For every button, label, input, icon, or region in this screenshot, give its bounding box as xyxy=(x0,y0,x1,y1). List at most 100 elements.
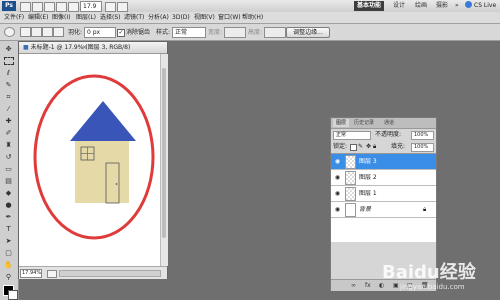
blend-mode-select[interactable]: 正常 xyxy=(333,131,371,140)
hand-tool-icon[interactable]: ✋ xyxy=(3,261,14,269)
background-color-swatch[interactable] xyxy=(8,290,18,300)
opacity-input[interactable]: 100% xyxy=(411,131,434,140)
style-label: 样式: xyxy=(156,29,171,36)
tab-layers[interactable]: 图层 xyxy=(333,119,350,127)
menu-layer[interactable]: 图层(L) xyxy=(76,12,96,23)
layer-name: 图层 3 xyxy=(359,158,377,165)
layer-list: ◉ 图层 3 ◉ 图层 2 ◉ 图层 1 ◉ 背景 🔒︎ xyxy=(331,153,436,242)
opacity-label: 不透明度: xyxy=(375,131,402,138)
new-selection-icon[interactable] xyxy=(20,27,31,37)
zoom-tool-icon[interactable]: ⚲ xyxy=(3,273,14,281)
cs-live-button[interactable]: CS Live xyxy=(465,1,496,11)
workspace-design-tab[interactable]: 设计 xyxy=(390,1,408,11)
lock-pixels-icon[interactable]: ✎ xyxy=(358,142,363,151)
layer-row[interactable]: ◉ 背景 🔒︎ xyxy=(331,202,436,218)
background-lock-icon: 🔒︎ xyxy=(423,206,427,213)
antialias-checkbox[interactable]: ✓ xyxy=(117,29,125,37)
status-info-icon[interactable] xyxy=(47,270,57,278)
gradient-tool-icon[interactable]: ▤ xyxy=(3,177,14,185)
pen-tool-icon[interactable]: ✒ xyxy=(3,213,14,221)
menu-help[interactable]: 帮助(H) xyxy=(242,12,263,23)
zoom-level-field[interactable]: 17.9 xyxy=(80,1,102,12)
tool-options-bar: 羽化: 0 px ✓ 消除锯齿 样式: 正常 宽度: 高度: 调整边缘... xyxy=(0,24,500,41)
layer-thumbnail xyxy=(345,155,356,169)
refine-edge-button[interactable]: 调整边缘... xyxy=(286,27,330,38)
dodge-tool-icon[interactable]: ● xyxy=(3,201,14,209)
extras-icon[interactable] xyxy=(44,2,55,12)
menu-view[interactable]: 视图(V) xyxy=(194,12,215,23)
zoom-status-field[interactable]: 17.94% xyxy=(20,269,42,278)
workspace-basic-tab[interactable]: 基本功能 xyxy=(354,1,385,11)
clone-stamp-tool-icon[interactable]: ♜ xyxy=(3,141,14,149)
eye-icon[interactable]: ◉ xyxy=(333,206,342,213)
move-tool-icon[interactable]: ✥ xyxy=(3,45,14,53)
crop-tool-icon[interactable]: ⌗ xyxy=(3,93,14,101)
bridge-icon[interactable] xyxy=(20,2,31,12)
close-document-icon[interactable]: × xyxy=(82,42,87,53)
path-selection-tool-icon[interactable]: ➤ xyxy=(3,237,14,245)
fill-input[interactable]: 100% xyxy=(411,143,434,152)
antialias-label: 消除锯齿 xyxy=(126,29,151,36)
house-wall xyxy=(75,141,129,203)
blur-tool-icon[interactable]: ◆ xyxy=(3,189,14,197)
layer-row[interactable]: ◉ 图层 3 xyxy=(331,154,436,170)
tab-history[interactable]: 历史记录 xyxy=(351,119,377,127)
document-status-bar: 17.94% xyxy=(19,266,167,279)
document-title: 未标题-1 @ 17.9% (图层 3, RGB/8) xyxy=(23,42,131,53)
layer-style-icon[interactable]: fx xyxy=(365,281,371,290)
menu-edit[interactable]: 编辑(E) xyxy=(28,12,48,23)
workspace-photo-tab[interactable]: 摄影 xyxy=(433,1,451,11)
marquee-tool-icon[interactable] xyxy=(4,57,14,65)
vertical-scrollbar[interactable] xyxy=(160,54,168,266)
lock-transparency-icon[interactable] xyxy=(350,144,357,151)
lock-all-icon[interactable]: 🔒︎ xyxy=(373,142,376,151)
history-brush-tool-icon[interactable]: ↺ xyxy=(3,153,14,161)
hand-tool-icon[interactable] xyxy=(56,2,67,12)
menu-window[interactable]: 窗口(W) xyxy=(218,12,241,23)
layer-row[interactable]: ◉ 图层 1 xyxy=(331,186,436,202)
horizontal-scrollbar[interactable] xyxy=(59,270,161,277)
eraser-tool-icon[interactable]: ▭ xyxy=(3,165,14,173)
scrollbar-thumb[interactable] xyxy=(162,68,166,238)
zoom-tool-icon[interactable] xyxy=(68,2,79,12)
link-layers-icon[interactable]: ∞ xyxy=(351,281,356,290)
style-select[interactable]: 正常 xyxy=(172,27,206,38)
intersect-selection-icon[interactable] xyxy=(53,27,64,37)
eye-icon[interactable]: ◉ xyxy=(333,174,342,181)
lock-position-icon[interactable]: ✥ xyxy=(366,142,371,151)
baidu-watermark: Baidu经验 jingyan.baidu.com xyxy=(380,254,498,292)
more-workspaces-button[interactable]: » xyxy=(452,1,462,11)
eyedropper-tool-icon[interactable]: ⁄ xyxy=(3,105,14,113)
lasso-tool-icon[interactable]: ℓ xyxy=(3,69,14,77)
mini-bridge-icon[interactable] xyxy=(32,2,43,12)
shape-tool-icon[interactable]: ▢ xyxy=(3,249,14,257)
menu-analysis[interactable]: 分析(A) xyxy=(148,12,169,23)
arrange-documents-icon[interactable] xyxy=(105,2,116,12)
menu-image[interactable]: 图像(I) xyxy=(52,12,70,23)
menu-3d[interactable]: 3D(D) xyxy=(172,12,190,23)
screen-mode-icon[interactable] xyxy=(117,2,128,12)
photoshop-logo: Ps xyxy=(2,1,16,11)
canvas[interactable] xyxy=(19,54,160,266)
healing-brush-tool-icon[interactable]: ✚ xyxy=(3,117,14,125)
marquee-preset-icon[interactable] xyxy=(4,27,15,37)
eye-icon[interactable]: ◉ xyxy=(333,190,342,197)
eye-icon[interactable]: ◉ xyxy=(333,158,342,165)
tab-channels[interactable]: 通道 xyxy=(381,119,397,127)
menu-filter[interactable]: 滤镜(T) xyxy=(124,12,144,23)
brush-tool-icon[interactable]: ✐ xyxy=(3,129,14,137)
height-input[interactable] xyxy=(264,27,286,38)
workspace-paint-tab[interactable]: 绘画 xyxy=(412,1,430,11)
menu-bar: 文件(F) 编辑(E) 图像(I) 图层(L) 选择(S) 滤镜(T) 分析(A… xyxy=(0,12,500,24)
document-window: 未标题-1 @ 17.9% (图层 3, RGB/8) × 17.94% xyxy=(18,41,168,279)
menu-file[interactable]: 文件(F) xyxy=(4,12,24,23)
add-selection-icon[interactable] xyxy=(31,27,42,37)
feather-input[interactable]: 0 px xyxy=(84,27,116,38)
width-input[interactable] xyxy=(224,27,246,38)
menu-select[interactable]: 选择(S) xyxy=(100,12,121,23)
layer-row[interactable]: ◉ 图层 2 xyxy=(331,170,436,186)
quick-selection-tool-icon[interactable]: ✎ xyxy=(3,81,14,89)
type-tool-icon[interactable]: T xyxy=(3,225,14,233)
document-tab[interactable]: 未标题-1 @ 17.9% (图层 3, RGB/8) × xyxy=(19,42,167,54)
subtract-selection-icon[interactable] xyxy=(42,27,53,37)
